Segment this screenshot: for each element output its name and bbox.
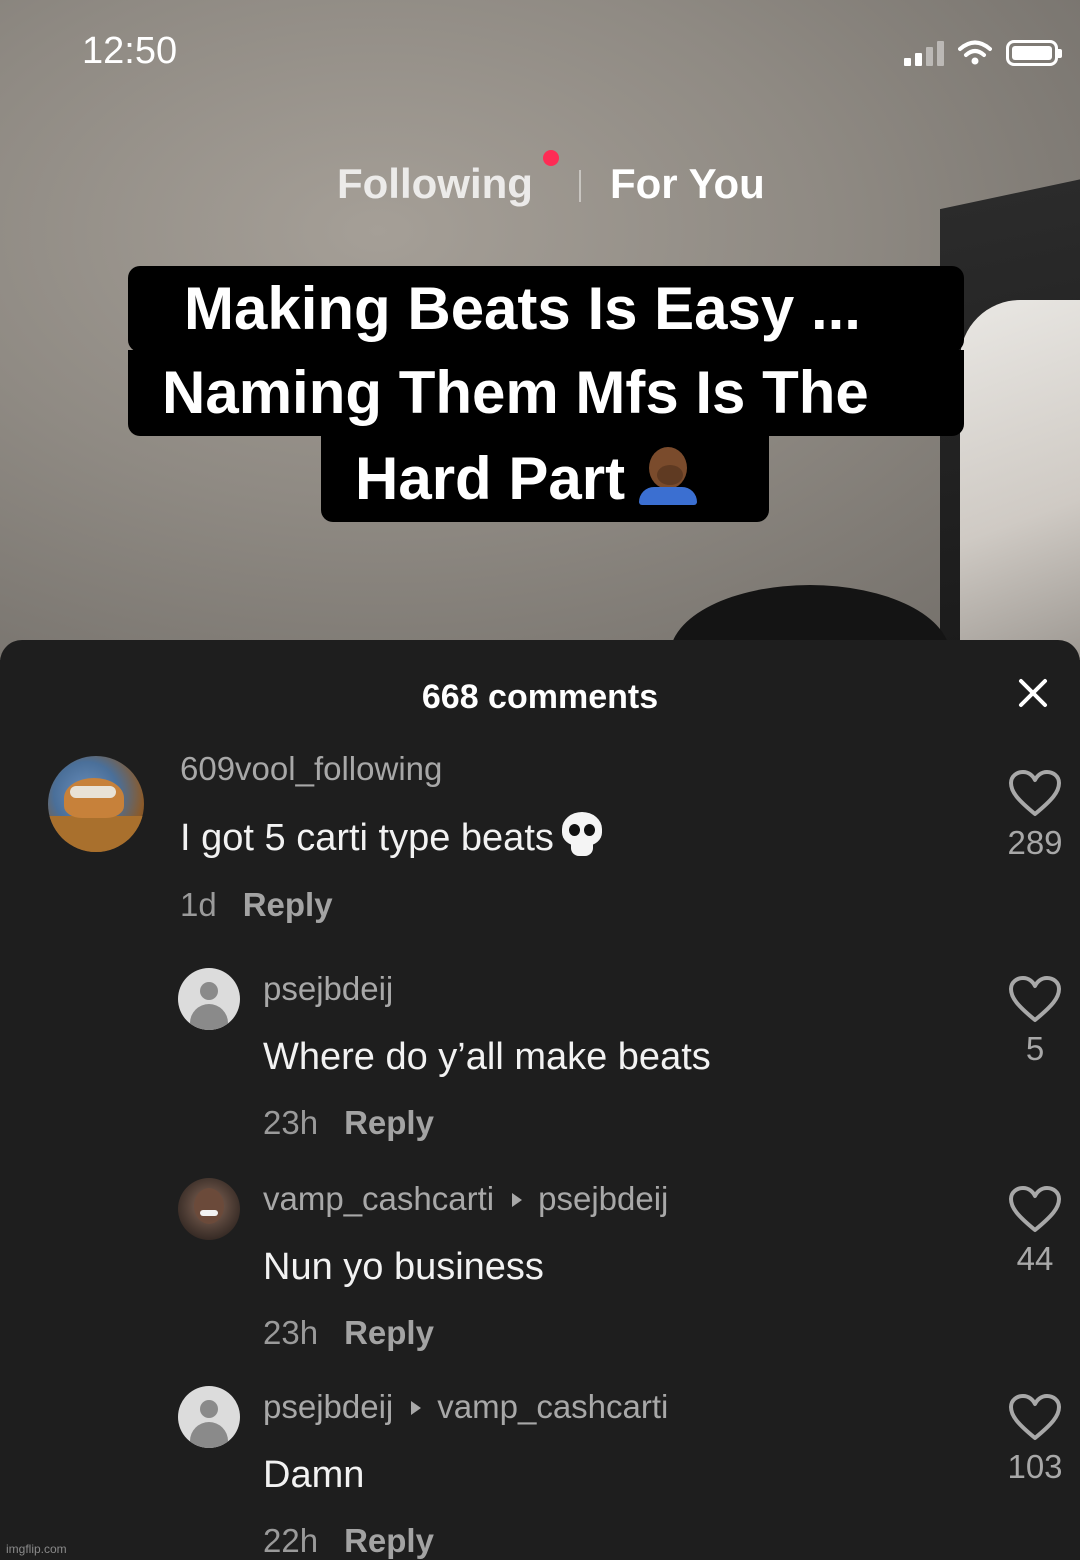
default-avatar[interactable] xyxy=(178,968,240,1030)
comment-meta: 23h Reply xyxy=(263,1314,434,1352)
like-button[interactable]: 289 xyxy=(990,770,1080,862)
comments-sheet: 668 comments 609vool_following I got 5 c… xyxy=(0,640,1080,1560)
comment-text-content: I got 5 carti type beats xyxy=(180,817,554,859)
comment-meta: 22h Reply xyxy=(263,1522,434,1560)
caption-line-1: Making Beats Is Easy ... xyxy=(128,266,964,352)
wifi-icon xyxy=(958,40,992,65)
reply-button[interactable]: Reply xyxy=(344,1104,434,1141)
poster-figure xyxy=(960,300,1080,660)
reply-to-username[interactable]: vamp_cashcarti xyxy=(437,1388,668,1425)
comment-text: Where do y’all make beats xyxy=(263,1036,711,1078)
close-icon[interactable] xyxy=(1010,670,1056,716)
caption-line-2: Naming Them Mfs Is The xyxy=(128,350,964,436)
caption-text-3: Hard Part xyxy=(355,445,626,512)
video-background[interactable]: 12:50 Following For You Making Beats Is … xyxy=(0,0,1080,660)
comment-username[interactable]: psejbdeij xyxy=(263,970,393,1008)
like-button[interactable]: 103 xyxy=(990,1394,1080,1486)
heart-icon xyxy=(1009,1186,1061,1232)
watermark: imgflip.com xyxy=(6,1542,67,1556)
caption-line-3: Hard Part xyxy=(321,436,769,522)
status-icons xyxy=(904,40,1062,66)
photo-avatar[interactable] xyxy=(178,1178,240,1240)
skull-emoji-icon xyxy=(560,812,604,858)
status-time: 12:50 xyxy=(82,30,178,72)
comment-time: 1d xyxy=(180,886,217,923)
comment-text: Nun yo business xyxy=(263,1246,544,1288)
comment-text: Damn xyxy=(263,1454,365,1496)
like-count: 289 xyxy=(1007,824,1063,861)
signal-icon xyxy=(904,40,944,66)
like-count: 103 xyxy=(1007,1448,1063,1485)
reply-arrow-icon xyxy=(512,1192,523,1207)
comment-username[interactable]: vamp_cashcarti xyxy=(263,1180,494,1217)
comment-username-line: vamp_cashcarti psejbdeij xyxy=(263,1180,668,1218)
comment-text: I got 5 carti type beats xyxy=(180,812,604,860)
caption-text-1: Making Beats Is Easy ... xyxy=(184,275,861,342)
comment-meta: 1d Reply xyxy=(180,886,333,924)
heart-icon xyxy=(1009,1394,1061,1440)
reply-arrow-icon xyxy=(411,1400,422,1415)
default-avatar[interactable] xyxy=(178,1386,240,1448)
caption-text-2: Naming Them Mfs Is The xyxy=(162,359,869,426)
cartoon-avatar[interactable] xyxy=(48,756,144,852)
like-button[interactable]: 44 xyxy=(990,1186,1080,1278)
reply-button[interactable]: Reply xyxy=(243,886,333,923)
like-count: 5 xyxy=(1025,1030,1045,1067)
comment-time: 23h xyxy=(263,1314,319,1351)
heart-icon xyxy=(1009,770,1061,816)
comment-meta: 23h Reply xyxy=(263,1104,434,1142)
tab-for-you[interactable]: For You xyxy=(610,160,765,208)
heart-icon xyxy=(1009,976,1061,1022)
tab-following[interactable]: Following xyxy=(337,160,533,208)
tab-divider xyxy=(579,170,581,202)
notification-dot xyxy=(543,150,559,166)
like-count: 44 xyxy=(1016,1240,1054,1277)
battery-icon xyxy=(1006,40,1062,66)
comments-count: 668 comments xyxy=(421,678,659,716)
comment-username-line: psejbdeij vamp_cashcarti xyxy=(263,1388,668,1426)
comment-time: 22h xyxy=(263,1522,319,1559)
reply-button[interactable]: Reply xyxy=(344,1314,434,1351)
reply-button[interactable]: Reply xyxy=(344,1522,434,1559)
comment-username[interactable]: psejbdeij xyxy=(263,1388,393,1425)
like-button[interactable]: 5 xyxy=(990,976,1080,1068)
comment-username[interactable]: 609vool_following xyxy=(180,750,442,788)
comment-time: 23h xyxy=(263,1104,319,1141)
reply-to-username[interactable]: psejbdeij xyxy=(538,1180,668,1217)
facepalm-emoji-icon xyxy=(639,447,698,505)
